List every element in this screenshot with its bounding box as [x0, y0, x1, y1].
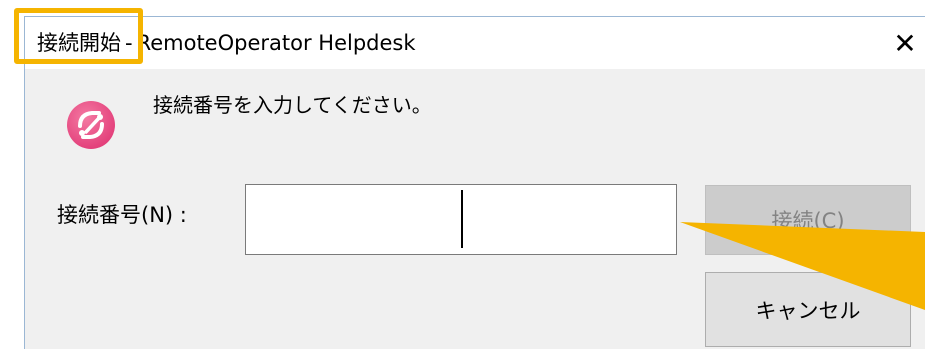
title-bar: 接続開始 - RemoteOperator Helpdesk ✕	[25, 17, 925, 69]
text-caret	[461, 190, 463, 248]
title-separator: -	[125, 31, 133, 55]
connection-number-label: 接続番号(N) :	[57, 203, 187, 227]
instruction-text: 接続番号を入力してください。	[153, 93, 432, 117]
remoteoperator-logo-icon	[67, 101, 115, 149]
connect-button[interactable]: 接続(C)	[705, 185, 911, 255]
cancel-button[interactable]: キャンセル	[705, 272, 911, 347]
close-button[interactable]: ✕	[875, 17, 925, 69]
title-app-name: RemoteOperator Helpdesk	[136, 31, 416, 55]
close-icon: ✕	[893, 26, 917, 60]
title-action-text: 接続開始	[37, 31, 121, 55]
dialog-body: 接続番号を入力してください。 接続番号(N) : 接続(C) キャンセル	[25, 69, 925, 349]
dialog-window: 接続開始 - RemoteOperator Helpdesk ✕ 接続番号を入力…	[24, 16, 925, 349]
screenshot-stage: 接続開始 - RemoteOperator Helpdesk ✕ 接続番号を入力…	[0, 0, 925, 349]
window-title: 接続開始 - RemoteOperator Helpdesk	[37, 30, 416, 56]
